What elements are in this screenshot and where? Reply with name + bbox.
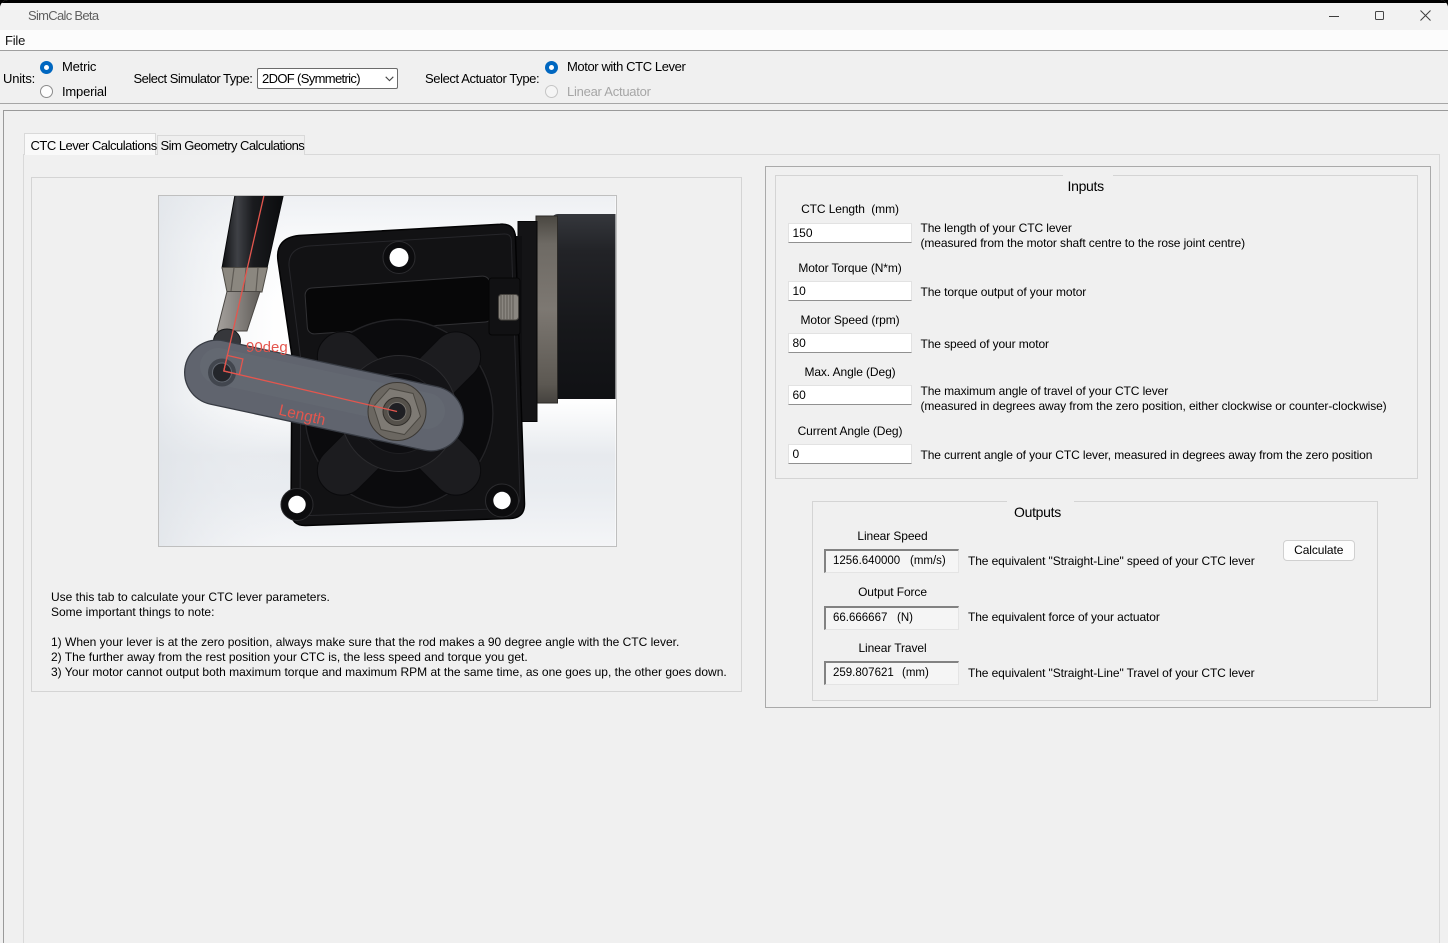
svg-text:90deg: 90deg [246,339,288,356]
